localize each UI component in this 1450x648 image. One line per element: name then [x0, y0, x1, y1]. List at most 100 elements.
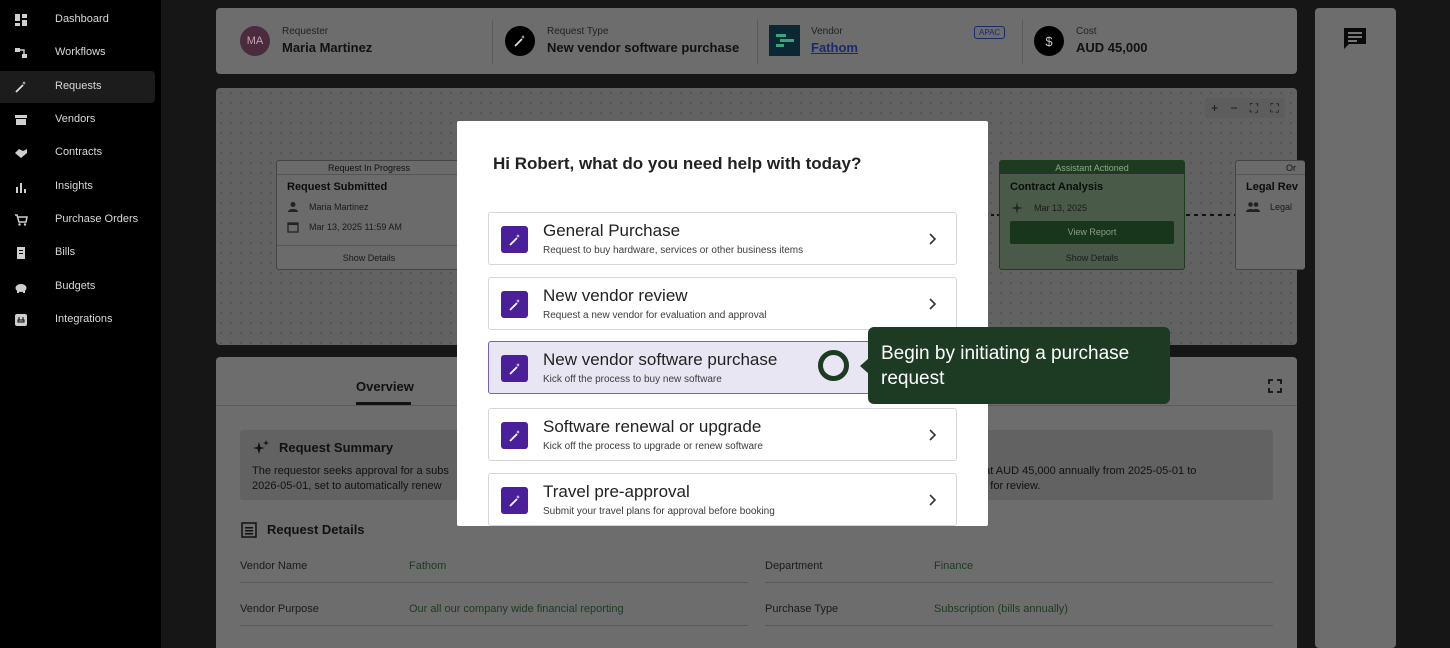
- show-details-button[interactable]: Show Details: [277, 245, 461, 269]
- vendor-label: Vendor: [811, 26, 843, 37]
- divider: [240, 582, 748, 583]
- sidebar-item-workflows[interactable]: Workflows: [0, 37, 155, 69]
- divider: [492, 20, 493, 64]
- piggy-bank-icon: [15, 284, 27, 293]
- flow-node-legal-review[interactable]: Or Legal Rev Legal: [1235, 160, 1305, 270]
- divider: [240, 625, 748, 626]
- sidebar-item-label: Bills: [55, 246, 76, 258]
- dollar-icon: $: [1034, 26, 1064, 56]
- region-badge: APAC: [974, 26, 1006, 39]
- divider: [757, 20, 758, 64]
- node-status: Or: [1236, 161, 1305, 175]
- sidebar-item-label: Purchase Orders: [55, 213, 139, 225]
- handshake-icon: [15, 149, 27, 158]
- receipt-icon: [17, 247, 25, 259]
- option-title: Travel pre-approval: [543, 482, 690, 501]
- sidebar-item-dashboard[interactable]: Dashboard: [0, 4, 155, 36]
- zoom-in-button[interactable]: +: [1211, 101, 1218, 115]
- request-type-modal: Hi Robert, what do you need help with to…: [457, 121, 988, 526]
- wand-icon: [501, 291, 528, 318]
- show-details-button[interactable]: Show Details: [1000, 245, 1184, 269]
- option-title: New vendor software purchase: [543, 350, 778, 369]
- sidebar-item-label: Vendors: [55, 113, 96, 125]
- request-header: MA Requester Maria Martinez Request Type…: [216, 8, 1297, 74]
- guide-highlight-ring[interactable]: [818, 350, 849, 381]
- node-title: Legal Rev: [1246, 181, 1298, 193]
- request-details-title: Request Details: [267, 522, 365, 537]
- sidebar-item-label: Requests: [55, 80, 102, 92]
- option-title: General Purchase: [543, 221, 681, 240]
- sparkle-icon: [253, 440, 269, 454]
- view-report-button[interactable]: View Report: [1010, 221, 1174, 244]
- sidebar-item-purchase-orders[interactable]: Purchase Orders: [0, 204, 155, 236]
- vendor-logo: [769, 25, 800, 56]
- node-person-name: Maria Martinez: [309, 202, 369, 212]
- option-software-renewal[interactable]: Software renewal or upgrade Kick off the…: [488, 408, 957, 461]
- option-new-vendor-review[interactable]: New vendor review Request a new vendor f…: [488, 277, 957, 330]
- node-person: Maria Martinez: [287, 201, 369, 213]
- department-value: Finance: [934, 560, 974, 572]
- calendar-icon: [287, 222, 299, 233]
- expand-icon[interactable]: [1268, 379, 1282, 393]
- option-description: Kick off the process to upgrade or renew…: [543, 441, 763, 452]
- node-date: Mar 13, 2025 11:59 AM: [287, 221, 402, 233]
- avatar: MA: [240, 26, 270, 56]
- sidebar-item-budgets[interactable]: Budgets: [0, 271, 155, 303]
- zoom-controls: + − ⛶ ⛶: [1205, 98, 1285, 118]
- requester-label: Requester: [282, 26, 329, 37]
- integrations-icon: [15, 314, 27, 326]
- option-travel-pre-approval[interactable]: Travel pre-approval Submit your travel p…: [488, 473, 957, 526]
- option-description: Request to buy hardware, services or oth…: [543, 245, 804, 256]
- option-general-purchase[interactable]: General Purchase Request to buy hardware…: [488, 212, 957, 265]
- sidebar-item-label: Workflows: [55, 46, 106, 58]
- request-type-value: New vendor software purchase: [547, 40, 740, 55]
- fit-view-button[interactable]: ⛶: [1250, 101, 1258, 116]
- summary-title: Request Summary: [279, 440, 394, 455]
- summary-line: The requestor seeks approval for a subs: [252, 465, 449, 477]
- sidebar-item-label: Insights: [55, 180, 93, 192]
- sidebar-item-insights[interactable]: Insights: [0, 171, 155, 203]
- right-panel: [1315, 8, 1396, 648]
- flow-node-request-submitted[interactable]: Request In Progress Request Submitted Ma…: [276, 160, 462, 270]
- requester-name: Maria Martinez: [282, 40, 373, 55]
- wand-icon: [501, 226, 528, 253]
- purchase-type-label: Purchase Type: [765, 603, 839, 615]
- fullscreen-button[interactable]: ⛶: [1270, 101, 1278, 116]
- sidebar-item-label: Integrations: [55, 313, 113, 325]
- sidebar: Dashboard Workflows Requests Vendors Con…: [0, 0, 161, 648]
- tab-overview[interactable]: Overview: [356, 379, 414, 394]
- option-title: Software renewal or upgrade: [543, 417, 762, 436]
- summary-line: d at AUD 45,000 annually from 2025-05-01…: [975, 465, 1197, 477]
- chevron-right-icon: [929, 298, 937, 310]
- sidebar-item-integrations[interactable]: Integrations: [0, 304, 155, 336]
- wand-icon: [15, 81, 26, 93]
- cart-icon: [15, 214, 28, 226]
- vendor-purpose-value: Our all our company wide financial repor…: [409, 603, 624, 615]
- summary-text-left: The requestor seeks approval for a subs …: [252, 464, 449, 494]
- cost-label: Cost: [1076, 26, 1097, 37]
- node-title: Contract Analysis: [1010, 181, 1104, 193]
- dashboard-icon: [15, 14, 27, 26]
- sidebar-item-vendors[interactable]: Vendors: [0, 104, 155, 136]
- sidebar-item-contracts[interactable]: Contracts: [0, 137, 155, 169]
- sidebar-item-requests[interactable]: Requests: [0, 71, 155, 103]
- zoom-out-button[interactable]: −: [1230, 101, 1237, 115]
- guide-tooltip: Begin by initiating a purchase request: [868, 327, 1170, 404]
- node-date-text: Mar 13, 2025: [1034, 203, 1088, 213]
- option-title: New vendor review: [543, 286, 688, 305]
- department-label: Department: [765, 560, 823, 572]
- chat-icon[interactable]: [1342, 26, 1368, 50]
- divider: [1022, 20, 1023, 64]
- node-person: Legal: [1246, 201, 1292, 213]
- vendor-link[interactable]: Fathom: [811, 40, 858, 55]
- store-icon: [15, 115, 27, 125]
- person-icon: [288, 202, 298, 212]
- node-person-name: Legal: [1270, 202, 1293, 212]
- sidebar-item-label: Budgets: [55, 280, 96, 292]
- sidebar-item-bills[interactable]: Bills: [0, 237, 155, 269]
- node-status: Request In Progress: [277, 161, 461, 175]
- flow-node-contract-analysis[interactable]: Assistant Actioned Contract Analysis Mar…: [999, 160, 1185, 270]
- connector-line: [1186, 214, 1236, 216]
- summary-line: ed for review.: [975, 480, 1041, 492]
- vendor-name-value: Fathom: [409, 560, 447, 572]
